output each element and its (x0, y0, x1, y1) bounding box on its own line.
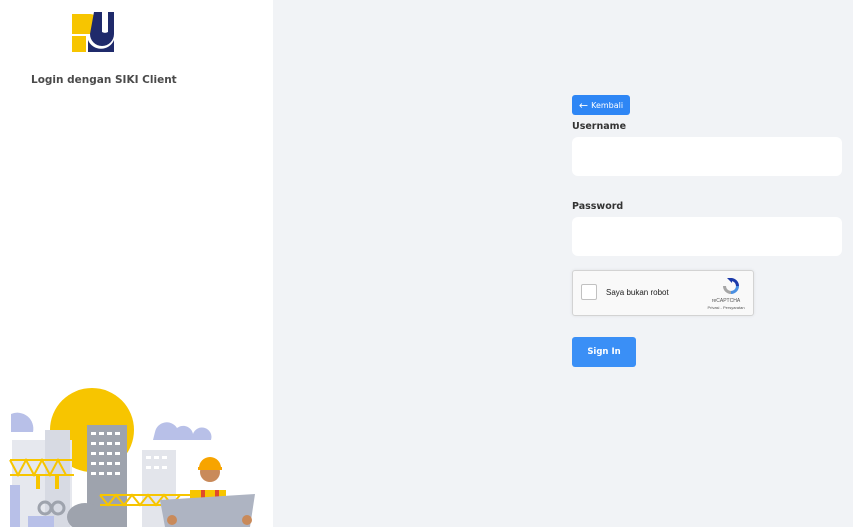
username-input[interactable] (572, 137, 842, 176)
recaptcha-links[interactable]: Privasi - Persyaratan (699, 305, 753, 310)
login-title: Login dengan SIKI Client (31, 74, 177, 86)
pu-logo (72, 12, 114, 52)
username-label: Username (572, 121, 627, 132)
back-button[interactable]: ← Kembali (572, 95, 630, 115)
password-input[interactable] (572, 217, 842, 256)
construction-illustration (9, 388, 255, 527)
arrow-left-icon: ← (578, 98, 589, 112)
recaptcha-checkbox-label: Saya bukan robot (606, 288, 669, 297)
recaptcha-icon (723, 278, 739, 294)
back-button-label: Kembali (591, 100, 624, 110)
right-panel: ← Kembali Username Password Saya bukan r… (273, 0, 853, 527)
password-label: Password (572, 201, 624, 212)
recaptcha-brand: reCAPTCHA (711, 298, 741, 304)
sign-in-button[interactable]: Sign In (572, 337, 636, 367)
recaptcha-widget: Saya bukan robot reCAPTCHA Privasi - Per… (572, 270, 754, 316)
left-panel: Login dengan SIKI Client (0, 0, 273, 527)
recaptcha-checkbox[interactable] (581, 284, 597, 300)
